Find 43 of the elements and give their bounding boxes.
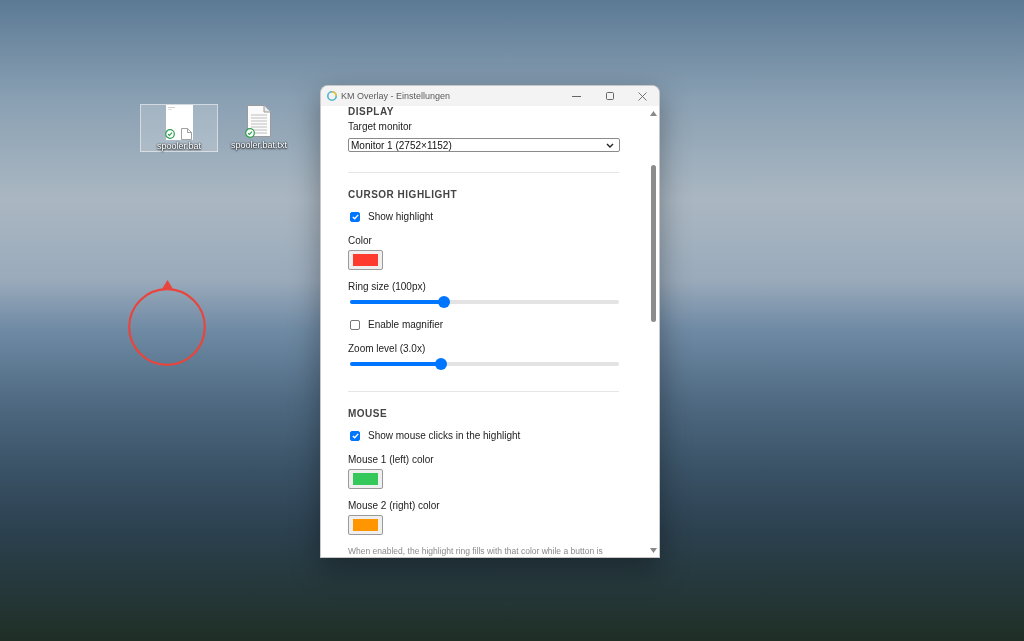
section-heading: CURSOR HIGHLIGHT [348,188,459,202]
checkbox-label: Show highlight [368,210,434,224]
color-picker-button[interactable] [348,250,383,270]
color-picker-button[interactable] [348,469,383,489]
checkmark-icon [351,433,359,439]
sync-check-icon [245,128,255,138]
sync-check-icon [165,129,175,139]
slider-track[interactable] [350,296,619,308]
slider-thumb[interactable] [438,296,451,308]
scroll-thumb[interactable] [651,165,656,322]
field-label: Color [348,234,372,248]
section-heading: DISPLAY [348,106,395,117]
field-label: Target monitor [348,120,412,134]
monitor-select[interactable]: Monitor 1 (2752×1152) [348,138,620,152]
minimize-icon [572,95,581,97]
close-icon [638,91,647,101]
field-label: Ring size (100px) [348,280,426,294]
desktop-icon[interactable]: spooler.bat [140,104,218,152]
app-logo-icon [327,91,337,101]
desktop-icon[interactable]: spooler.bat.txt [220,104,298,152]
checkbox-label: Show mouse clicks in the highlight [368,429,521,443]
checkbox-label: Enable magnifier [368,318,444,332]
slider-track[interactable] [350,358,619,370]
window-title: KM Overlay - Einstellungen [341,91,451,101]
checkbox[interactable] [350,212,360,222]
chevron-down-icon [606,142,614,148]
field-label: Zoom level (3.0x) [348,342,426,356]
color-picker-button[interactable] [348,515,383,535]
maximize-icon [605,92,614,100]
slider-thumb[interactable] [435,358,448,370]
checkbox[interactable] [350,431,360,441]
scroll-up-icon[interactable] [650,111,657,116]
pointer-triangle-icon [162,280,173,289]
checkbox[interactable] [350,320,360,330]
checkmark-icon [351,214,359,220]
highlight-ring-icon [128,288,206,366]
text-file-icon [247,105,271,137]
field-label: Mouse 1 (left) color [348,453,434,467]
section-heading: MOUSE [348,407,389,421]
hint-text: When enabled, the highlight ring fills with that color while a button is [348,545,604,557]
scroll-down-icon[interactable] [650,548,657,553]
field-label: Mouse 2 (right) color [348,499,440,513]
file-icon [165,105,193,140]
